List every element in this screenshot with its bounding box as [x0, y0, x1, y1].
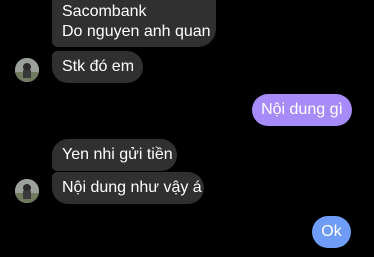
message-text: Ok [321, 223, 342, 240]
message-bubble-outgoing[interactable]: Nội dung gì [252, 94, 352, 126]
avatar-photo-icon [15, 58, 39, 82]
message-bubble-incoming[interactable]: Yen nhi gửi tiền [52, 139, 177, 171]
message-bubble-incoming[interactable]: Nội dung như vậy á [52, 172, 204, 204]
message-text: Sacombank [62, 3, 147, 20]
message-text: Nội dung gì [261, 101, 343, 118]
message-text: Yen nhi gửi tiền [62, 146, 173, 163]
message-text: Nội dung như vậy á [62, 179, 202, 196]
message-bubble-outgoing[interactable]: Ok [312, 216, 351, 248]
message-bubble-incoming[interactable]: Stk đó em [52, 51, 143, 83]
avatar-photo-icon [15, 179, 39, 203]
message-bubble-incoming[interactable]: Sacombank Do nguyen anh quan [52, 0, 216, 47]
contact-avatar[interactable] [15, 58, 39, 82]
message-text: Stk đó em [62, 58, 135, 75]
message-text: Do nguyen anh quan [62, 23, 211, 40]
contact-avatar[interactable] [15, 179, 39, 203]
